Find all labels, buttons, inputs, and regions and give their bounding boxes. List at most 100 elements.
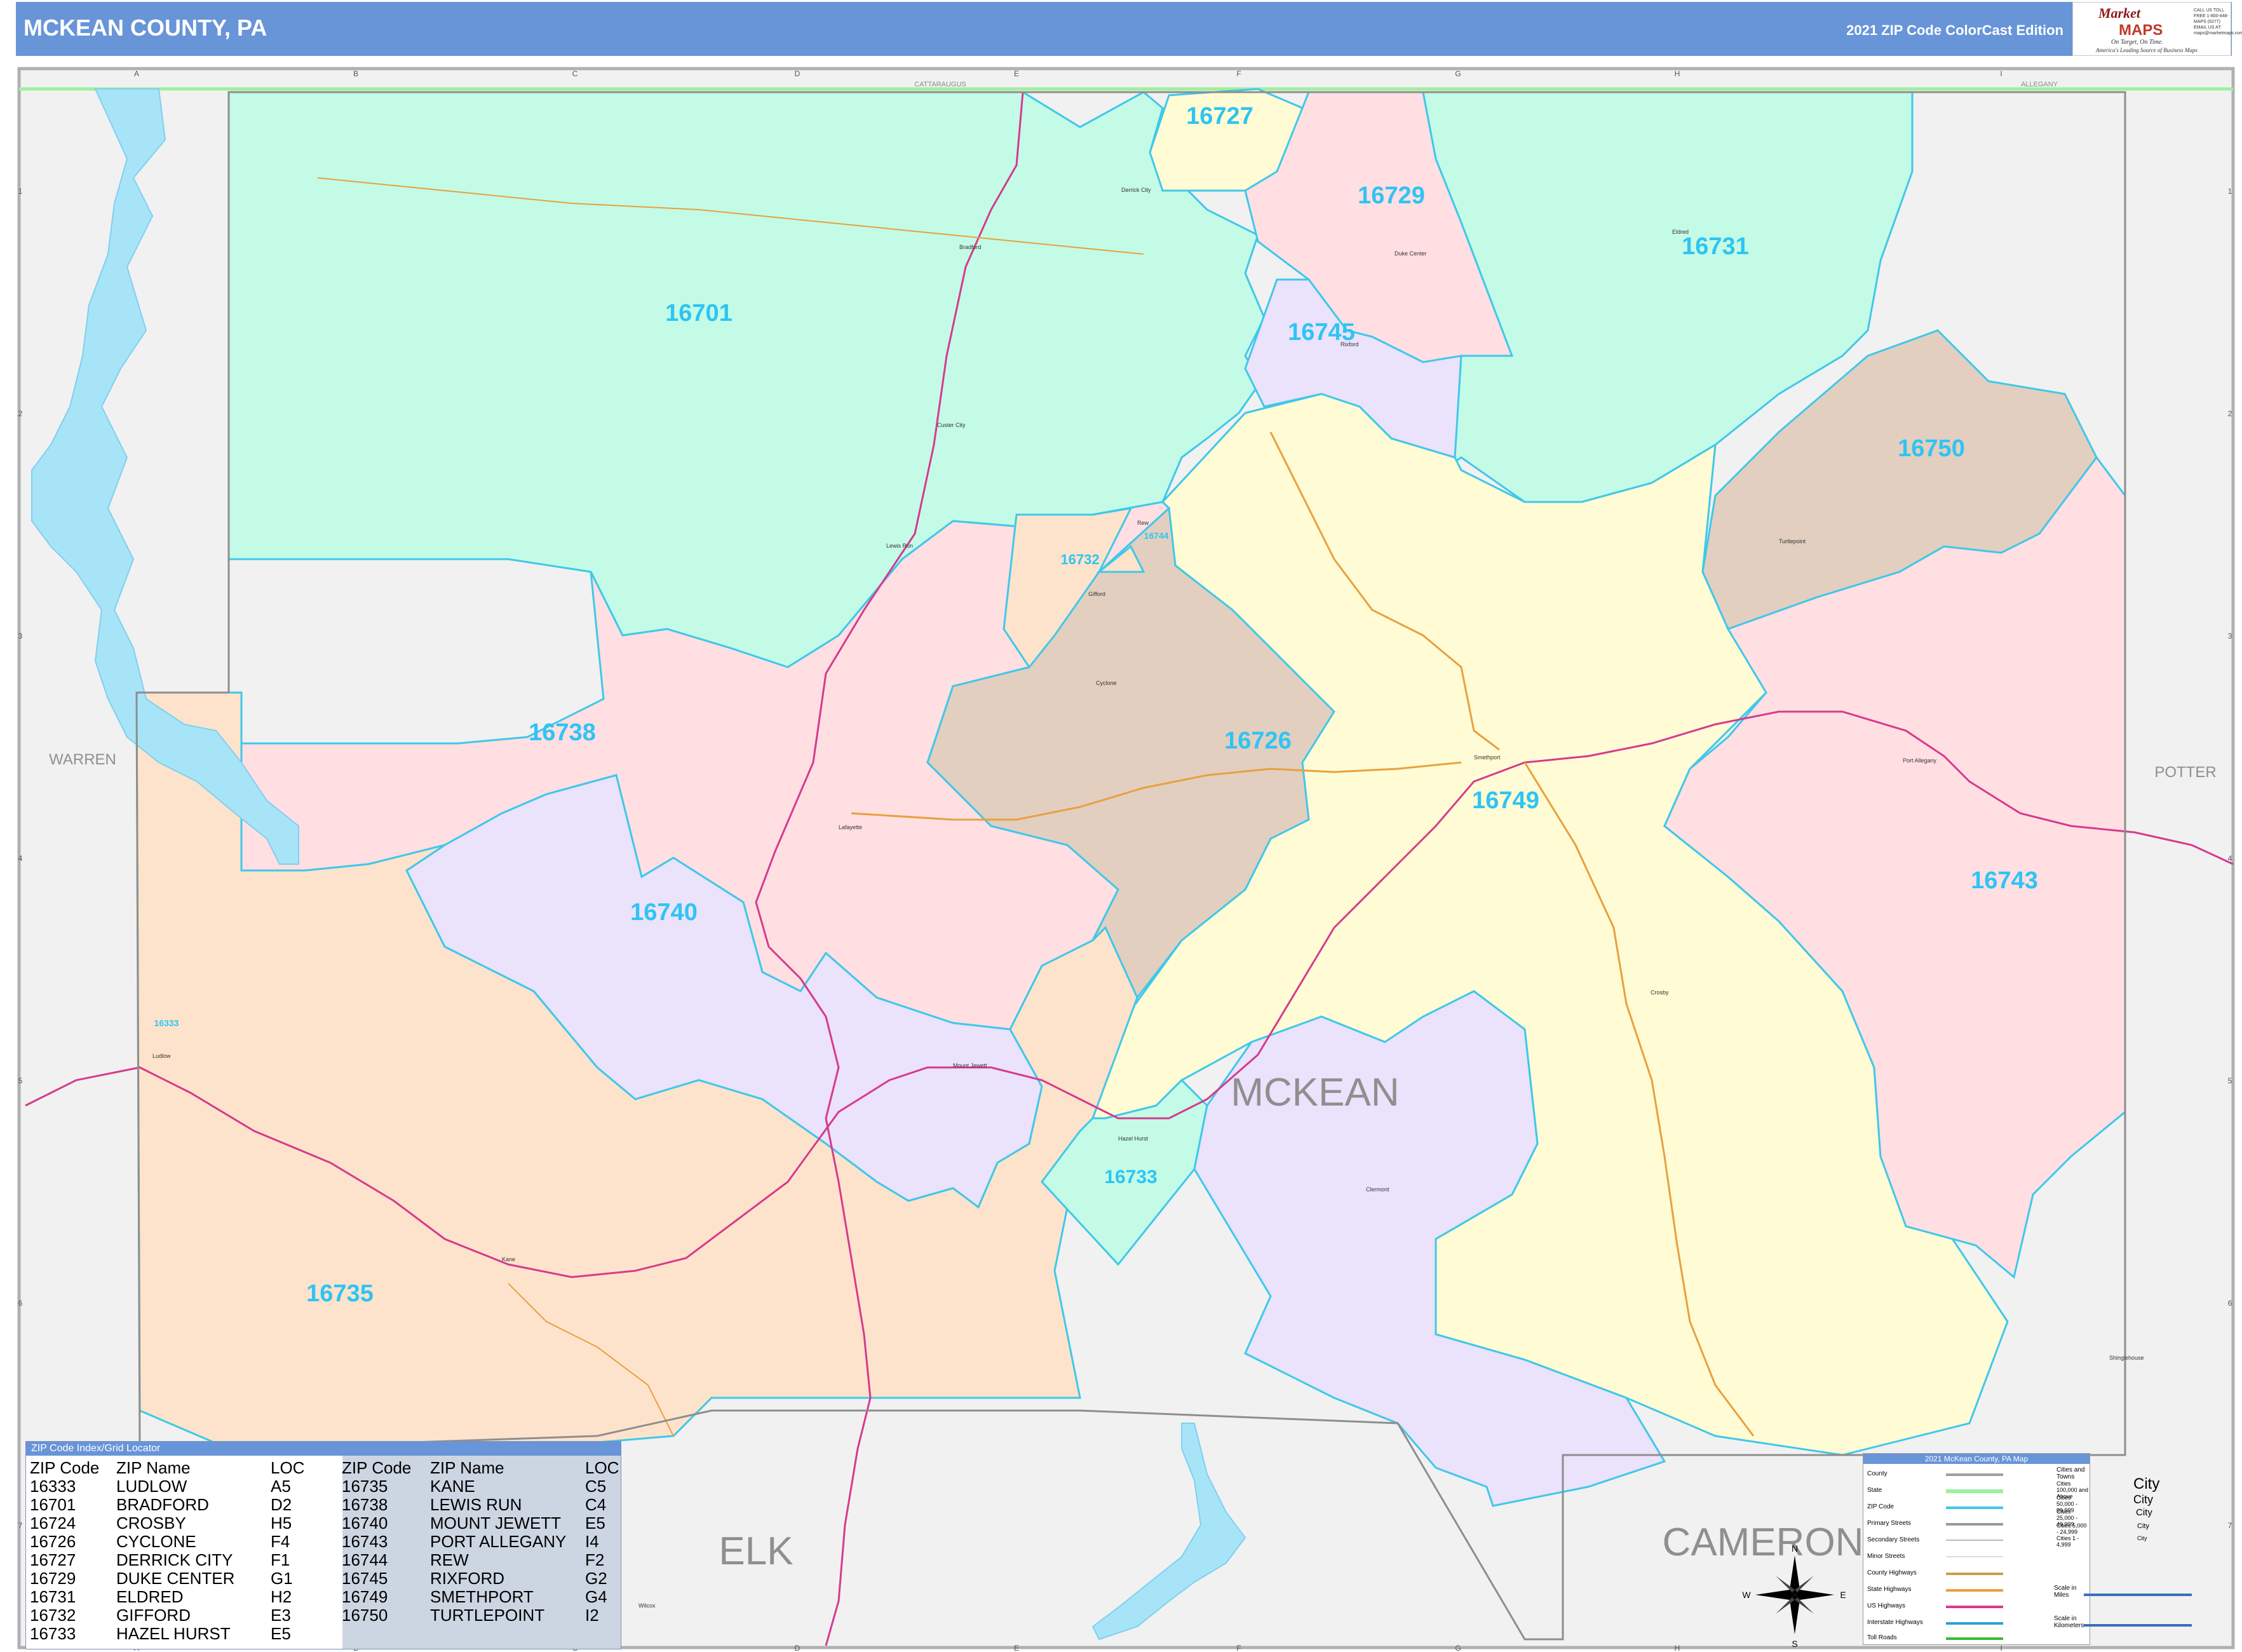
zip-label-16735: 16735: [306, 1280, 374, 1307]
legend-item: County Highways: [1867, 1569, 1917, 1576]
map-header: MCKEAN COUNTY, PA 2021 ZIP Code ColorCas…: [16, 2, 2232, 56]
zip-index-cell: ELDRED: [116, 1587, 184, 1606]
zip-label-16727: 16727: [1186, 103, 1253, 130]
zip-index-header: LOC: [271, 1458, 305, 1477]
grid-row-label: 2: [18, 409, 23, 418]
zip-index-header: ZIP Code: [30, 1458, 100, 1477]
zip-index-cell: I2: [585, 1606, 599, 1625]
zip-index-cell: 16738: [342, 1495, 388, 1514]
zip-index-cell: H2: [271, 1587, 292, 1606]
grid-row-label: 7: [18, 1521, 23, 1530]
grid-row-label: 4: [2228, 854, 2232, 863]
grid-row-label: 1: [18, 187, 23, 196]
zip-index-cell: G1: [271, 1569, 293, 1588]
grid-col-label: C: [572, 69, 578, 78]
zip-index-cell: E5: [585, 1513, 605, 1533]
zip-index-cell: PORT ALLEGANY: [430, 1532, 567, 1551]
place-label: Port Allegany: [1903, 757, 1937, 764]
county-map: 16727 16729 16731 16701 16745 16750 1673…: [17, 67, 2235, 1652]
legend-scale-km: Scale in Kilometers: [2054, 1615, 2084, 1629]
legend-swatch-county-hwy: [1946, 1573, 2003, 1575]
grid-row-label: 2: [2228, 409, 2232, 418]
zip-index-title: ZIP Code Index/Grid Locator: [26, 1442, 621, 1456]
zip-index-cell: 16749: [342, 1587, 388, 1606]
grid-row-label: 3: [2228, 632, 2232, 640]
zip-index-cell: REW: [430, 1550, 469, 1569]
logo-subtagline: America's Leading Source of Business Map…: [2096, 47, 2198, 53]
zip-index-cell: CROSBY: [116, 1513, 186, 1533]
zip-label-16750: 16750: [1898, 435, 1965, 462]
place-label: Clermont: [1366, 1186, 1389, 1193]
zip-index-header: ZIP Name: [430, 1458, 504, 1477]
place-label: Duke Center: [1394, 250, 1427, 257]
zip-index-cell: DUKE CENTER: [116, 1569, 235, 1588]
legend-city-sample: City: [2133, 1493, 2153, 1506]
zip-index-cell: I4: [585, 1532, 599, 1551]
scale-bar-km: [2084, 1624, 2192, 1627]
legend-swatch-toll: [1946, 1637, 2003, 1640]
zip-index-cell: 16735: [342, 1477, 388, 1496]
legend-item: US Highways: [1867, 1602, 1906, 1609]
zip-index-cell: 16740: [342, 1513, 388, 1533]
zip-label-16731: 16731: [1682, 233, 1749, 260]
grid-col-label: H: [1675, 69, 1680, 78]
zip-label-16729: 16729: [1358, 182, 1425, 209]
place-label: Cyclone: [1096, 680, 1117, 686]
zip-index-cell: C5: [585, 1477, 607, 1496]
edition-label: 2021 ZIP Code ColorCast Edition: [1846, 22, 2063, 38]
zip-index-cell: GIFFORD: [116, 1606, 191, 1625]
zip-index-cell: DERRICK CITY: [116, 1550, 233, 1569]
zip-index-cell: D2: [271, 1495, 292, 1514]
zip-index-cell: F2: [585, 1550, 605, 1569]
legend-city-sample: City: [2136, 1507, 2152, 1518]
place-label: Lafayette: [839, 824, 862, 830]
zip-index-cell: F4: [271, 1532, 290, 1551]
zip-index-cell: 16727: [30, 1550, 76, 1569]
zip-index-cell: 16729: [30, 1569, 76, 1588]
grid-col-label: I: [2000, 69, 2002, 78]
place-label: Rixford: [1340, 341, 1359, 348]
county-label-cameron: CAMERON: [1663, 1520, 1864, 1564]
zip-index-left-zip-col: ZIP Code 16333 16701 16724 16726 16727 1…: [30, 1459, 99, 1643]
scale-bar-miles: [2084, 1594, 2192, 1596]
place-label: Gifford: [1088, 591, 1105, 597]
market-maps-logo: Market MAPS On Target, On Time. America'…: [2072, 2, 2242, 56]
grid-row-label: 1: [2228, 187, 2232, 196]
legend-item: Minor Streets: [1867, 1553, 1905, 1560]
state-label-north-right: ALLEGANY: [2021, 81, 2058, 88]
place-label: Hazel Hurst: [1118, 1135, 1149, 1142]
place-label: Ludlow: [152, 1053, 171, 1059]
zip-index-cell: A5: [271, 1477, 291, 1496]
zip-index-cell: 16743: [342, 1532, 388, 1551]
compass-n: N: [1792, 1543, 1798, 1554]
zip-index-cell: MOUNT JEWETT: [430, 1513, 562, 1533]
place-label: Crosby: [1651, 989, 1669, 996]
zip-label-16740: 16740: [630, 899, 698, 926]
zip-index-right-loc-col: LOC C5 C4 E5 I4 F2 G2 G4 I2: [585, 1459, 619, 1625]
zip-index-cell: KANE: [430, 1477, 475, 1496]
logo-word-maps: MAPS: [2119, 22, 2163, 39]
zip-index-header: ZIP Name: [116, 1458, 191, 1477]
legend-swatch-minor: [1946, 1556, 2003, 1557]
zip-index-cell: 16745: [342, 1569, 388, 1588]
zip-index-cell: 16733: [30, 1624, 76, 1643]
legend-item: State: [1867, 1487, 1882, 1494]
zip-index-right-zip-col: ZIP Code 16735 16738 16740 16743 16744 1…: [342, 1459, 411, 1625]
zip-index-cell: CYCLONE: [116, 1532, 196, 1551]
legend-city-tier: Cities 5,000 - 24,999: [2056, 1522, 2087, 1535]
zip-index-cell: 16732: [30, 1606, 76, 1625]
zip-index-cell: 16750: [342, 1606, 388, 1625]
zip-index-cell: BRADFORD: [116, 1495, 209, 1514]
zip-index-cell: RIXFORD: [430, 1569, 504, 1588]
place-label: Kane: [502, 1256, 515, 1263]
county-label-mckean: MCKEAN: [1231, 1071, 1399, 1114]
place-label: Rew: [1137, 520, 1149, 526]
county-label-potter: POTTER: [2154, 764, 2216, 781]
zip-index-header: ZIP Code: [342, 1458, 412, 1477]
zip-index-panel: ZIP Code Index/Grid Locator ZIP Code 163…: [25, 1441, 621, 1649]
legend-swatch-county: [1946, 1473, 2003, 1476]
zip-label-16732: 16732: [1060, 552, 1099, 567]
zip-label-16743: 16743: [1971, 867, 2038, 894]
legend-item: County: [1867, 1470, 1887, 1477]
legend-title: 2021 McKean County, PA Map: [1863, 1454, 2090, 1464]
